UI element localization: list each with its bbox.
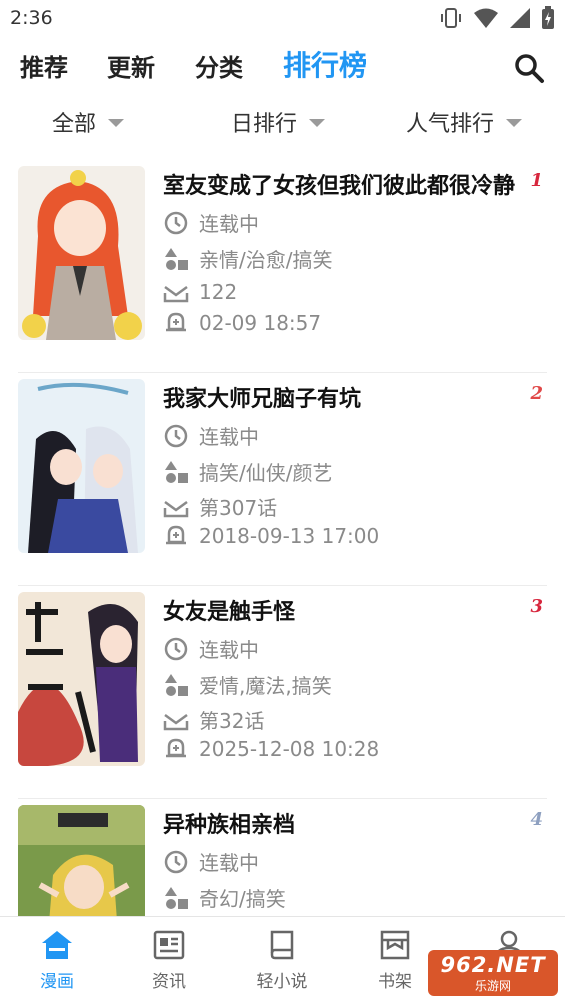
status-time: 2:36: [10, 7, 53, 29]
vibrate-icon: [441, 8, 461, 28]
filter-period[interactable]: 日排行: [231, 106, 326, 138]
comic-cover: [18, 379, 145, 553]
rank-badge: 2: [530, 383, 543, 404]
bell-icon: [166, 738, 186, 758]
comic-updated: 2018-09-13 17:00: [163, 523, 379, 549]
news-icon: [153, 930, 185, 960]
nav-label: 资讯: [152, 972, 186, 992]
filter-scope[interactable]: 全部: [52, 106, 125, 138]
comic-tags: 搞笑/仙侠/颜艺: [163, 457, 332, 486]
status-icons: [439, 6, 555, 30]
tab-recommend[interactable]: 推荐: [20, 48, 68, 83]
comic-tags: 亲情/治愈/搞笑: [163, 244, 332, 273]
comic-updated: 2025-12-08 10:28: [163, 736, 379, 762]
chevron-down-icon: [108, 119, 125, 127]
home-icon: [42, 931, 72, 959]
clock-icon: [164, 637, 188, 660]
comic-status-text: 连载中: [199, 851, 259, 875]
comic-updated: 02-09 18:57: [163, 310, 321, 336]
tab-updates[interactable]: 更新: [107, 48, 155, 83]
bell-icon: [166, 312, 186, 332]
rank-badge: 1: [530, 170, 543, 191]
comic-status: 连载中: [163, 421, 259, 450]
rank-badge: 3: [530, 596, 543, 617]
book-icon: [270, 930, 294, 960]
nav-light-novel[interactable]: 轻小说: [237, 929, 327, 992]
shelf-icon: [380, 930, 410, 960]
comic-chapter: 122: [163, 279, 237, 305]
top-tab-bar: 推荐 更新 分类 排行榜: [0, 44, 565, 90]
filter-sort-label: 人气排行: [406, 112, 495, 137]
comic-status: 连载中: [163, 634, 259, 663]
filter-period-label: 日排行: [231, 112, 298, 137]
comic-updated-text: 02-09 18:57: [199, 311, 322, 335]
open-book-icon: [163, 713, 189, 730]
watermark-sub: 乐游网: [474, 978, 511, 993]
shapes-icon: [165, 886, 188, 909]
comic-tags-text: 奇幻/搞笑: [199, 887, 286, 911]
comic-title: 异种族相亲档: [163, 813, 296, 838]
tab-categories[interactable]: 分类: [195, 48, 243, 83]
filter-sort[interactable]: 人气排行: [406, 106, 523, 138]
comic-title: 室友变成了女孩但我们彼此都很冷静: [163, 174, 516, 199]
filter-bar: 全部 日排行 人气排行: [0, 100, 565, 144]
comic-cover: [18, 166, 145, 340]
chevron-down-icon: [506, 119, 523, 127]
comic-list-item[interactable]: 异种族相亲档 4 连载中 奇幻/搞笑: [0, 799, 565, 916]
comic-list-item[interactable]: 女友是触手怪 3 连载中 爱情,魔法,搞笑 第32话 2025-12-08 10…: [0, 586, 565, 799]
comic-chapter: 第32话: [163, 705, 264, 734]
comic-list-item[interactable]: 我家大师兄脑子有坑 2 连载中 搞笑/仙侠/颜艺 第307话 2018-09-1…: [0, 373, 565, 586]
wifi-icon: [474, 8, 498, 28]
comic-list: 室友变成了女孩但我们彼此都很冷静 1 连载中 亲情/治愈/搞笑 122 02-0…: [0, 160, 565, 916]
status-bar: 2:36: [0, 0, 565, 38]
comic-title: 女友是触手怪: [163, 600, 296, 625]
clock-icon: [164, 424, 188, 447]
comic-status-text: 连载中: [199, 638, 259, 662]
comic-status-text: 连载中: [199, 212, 259, 236]
open-book-icon: [163, 285, 189, 303]
comic-updated-text: 2018-09-13 17:00: [199, 524, 380, 548]
search-button[interactable]: [511, 50, 547, 86]
signal-icon: [510, 8, 530, 28]
watermark-logo: 962.NET 乐游网: [428, 950, 558, 996]
comic-tags-text: 爱情,魔法,搞笑: [199, 674, 332, 698]
watermark-main: 962.NET: [440, 952, 546, 977]
comic-status-text: 连载中: [199, 425, 259, 449]
bell-icon: [166, 525, 186, 545]
nav-bookshelf[interactable]: 书架: [350, 929, 440, 992]
rank-badge: 4: [530, 809, 543, 830]
comic-status: 连载中: [163, 847, 259, 876]
comic-cover: [18, 805, 145, 916]
comic-title: 我家大师兄脑子有坑: [163, 387, 362, 412]
comic-status: 连载中: [163, 208, 259, 237]
nav-label: 书架: [378, 972, 412, 992]
comic-updated-text: 2025-12-08 10:28: [199, 737, 380, 761]
chevron-down-icon: [309, 119, 326, 127]
open-book-icon: [163, 500, 189, 517]
comic-cover: [18, 592, 145, 766]
shapes-icon: [165, 673, 188, 696]
shapes-icon: [165, 460, 188, 483]
tab-rankings[interactable]: 排行榜: [283, 44, 367, 84]
comic-tags-text: 亲情/治愈/搞笑: [199, 248, 333, 272]
clock-icon: [164, 850, 188, 873]
comic-chapter-text: 第32话: [199, 709, 265, 733]
filter-scope-label: 全部: [52, 112, 97, 137]
nav-label: 轻小说: [256, 972, 308, 992]
clock-icon: [164, 211, 188, 234]
nav-label: 漫画: [40, 972, 74, 992]
comic-tags-text: 搞笑/仙侠/颜艺: [199, 461, 333, 485]
battery-icon: [542, 6, 554, 29]
comic-list-item[interactable]: 室友变成了女孩但我们彼此都很冷静 1 连载中 亲情/治愈/搞笑 122 02-0…: [0, 160, 565, 373]
shapes-icon: [165, 247, 188, 270]
nav-news[interactable]: 资讯: [124, 929, 214, 992]
comic-tags: 爱情,魔法,搞笑: [163, 670, 332, 699]
nav-comics[interactable]: 漫画: [12, 929, 102, 992]
search-icon: [515, 54, 544, 83]
comic-chapter-text: 第307话: [199, 496, 278, 520]
comic-tags: 奇幻/搞笑: [163, 883, 286, 912]
comic-chapter-text: 122: [199, 280, 238, 304]
comic-chapter: 第307话: [163, 492, 277, 521]
